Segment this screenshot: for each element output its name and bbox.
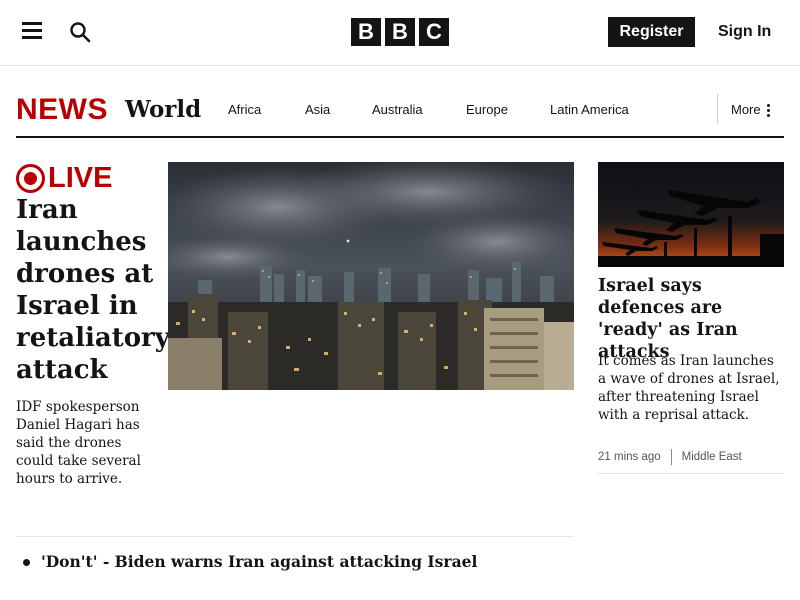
more-label: More xyxy=(731,102,761,117)
nav-link-latin-america[interactable]: Latin America xyxy=(550,102,629,118)
bbc-logo-letter: B xyxy=(385,18,415,46)
side-story-headline[interactable]: Israel says defences are 'ready' as Iran… xyxy=(598,275,784,363)
side-story-meta: 21 mins ago Middle East xyxy=(598,449,742,465)
register-button[interactable]: Register xyxy=(608,17,695,47)
kebab-menu-icon xyxy=(766,103,770,117)
live-label: LIVE xyxy=(48,162,113,194)
nav-divider xyxy=(717,94,718,124)
section-nav: NEWS World Africa Asia Australia Europe … xyxy=(16,82,784,138)
nav-link-asia[interactable]: Asia xyxy=(305,102,330,118)
hamburger-menu-icon[interactable] xyxy=(22,22,42,42)
bbc-logo[interactable]: B B C xyxy=(351,18,449,46)
timestamp: 21 mins ago xyxy=(598,451,661,463)
related-link[interactable]: 'Don't' - Biden warns Iran against attac… xyxy=(16,552,477,572)
lead-summary: IDF spokesperson Daniel Hagari has said … xyxy=(16,399,141,487)
news-logo[interactable]: NEWS xyxy=(16,94,108,126)
nav-link-europe[interactable]: Europe xyxy=(466,102,508,118)
bbc-logo-letter: C xyxy=(419,18,449,46)
nav-link-africa[interactable]: Africa xyxy=(228,102,261,118)
sign-in-button[interactable]: Sign In xyxy=(718,17,771,47)
topic-tag[interactable]: Middle East xyxy=(682,451,742,463)
nav-link-australia[interactable]: Australia xyxy=(372,102,423,118)
lead-story-image[interactable] xyxy=(168,162,574,390)
divider xyxy=(598,473,784,474)
masthead: B B C Register Sign In xyxy=(0,0,800,66)
divider xyxy=(16,536,574,537)
live-indicator-icon xyxy=(16,163,45,193)
related-link-text: 'Don't' - Biden warns Iran against attac… xyxy=(41,552,478,571)
side-story-summary: It comes as Iran launches a wave of dron… xyxy=(598,353,780,423)
search-icon[interactable] xyxy=(68,20,92,44)
bbc-logo-letter: B xyxy=(351,18,381,46)
more-button[interactable]: More xyxy=(731,102,770,118)
lead-headline[interactable]: Iran launches drones at Israel in retali… xyxy=(16,194,170,386)
live-badge: LIVE xyxy=(16,162,112,194)
meta-separator xyxy=(670,449,672,465)
section-title[interactable]: World xyxy=(125,96,201,124)
bullet-icon xyxy=(23,558,30,566)
side-story-image[interactable] xyxy=(598,162,784,267)
